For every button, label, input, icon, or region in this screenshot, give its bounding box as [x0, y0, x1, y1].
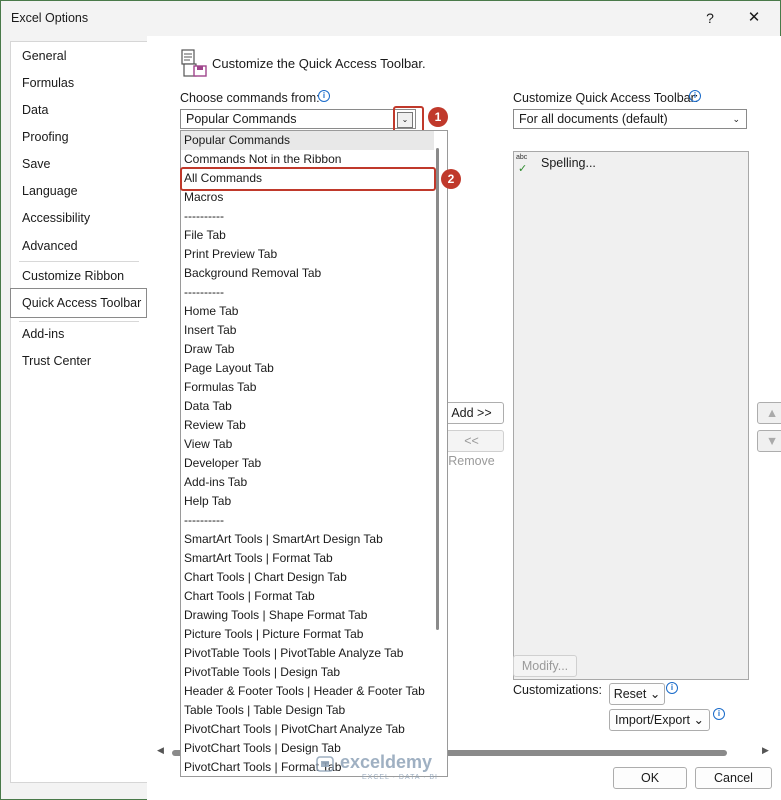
sidebar-item-save[interactable]: Save [11, 152, 147, 176]
customizations-label: Customizations: [513, 683, 602, 697]
section-heading: Customize the Quick Access Toolbar. [212, 56, 426, 71]
customize-toolbar-value: For all documents (default) [519, 112, 668, 126]
sidebar-item-general[interactable]: General [11, 44, 147, 68]
customize-toolbar-label: Customize Quick Access Toolbar: [513, 91, 699, 105]
toolbar-icon [181, 49, 207, 77]
dropdown-option[interactable]: Drawing Tools | Shape Format Tab [181, 606, 434, 625]
options-sidebar: General Formulas Data Proofing Save Lang… [10, 41, 148, 783]
info-icon: i [713, 708, 725, 720]
sidebar-item-formulas[interactable]: Formulas [11, 71, 147, 95]
annotation-badge-2: 2 [441, 169, 461, 189]
dropdown-option[interactable]: SmartArt Tools | SmartArt Design Tab [181, 530, 434, 549]
sidebar-item-accessibility[interactable]: Accessibility [11, 206, 147, 230]
dropdown-option[interactable]: Add-ins Tab [181, 473, 434, 492]
move-down-button[interactable]: ▼ [757, 430, 781, 452]
dropdown-option[interactable]: Chart Tools | Format Tab [181, 587, 434, 606]
dropdown-option[interactable]: Picture Tools | Picture Format Tab [181, 625, 434, 644]
dropdown-option[interactable]: Print Preview Tab [181, 245, 434, 264]
commands-dropdown-list[interactable]: Popular Commands Commands Not in the Ribb… [180, 130, 448, 777]
sidebar-item-language[interactable]: Language [11, 179, 147, 203]
dropdown-option[interactable]: Review Tab [181, 416, 434, 435]
help-button[interactable]: ? [700, 6, 720, 30]
move-up-button[interactable]: ▲ [757, 402, 781, 424]
chevron-down-icon: ⌄ [649, 687, 661, 701]
dropdown-option[interactable]: Background Removal Tab [181, 264, 434, 283]
info-icon: i [318, 90, 330, 102]
dropdown-option[interactable]: Page Layout Tab [181, 359, 434, 378]
watermark-tagline: EXCEL · DATA · BI [362, 774, 438, 781]
close-button[interactable]: ✕ [742, 6, 766, 30]
dropdown-option[interactable]: Header & Footer Tools | Header & Footer … [181, 682, 434, 701]
sidebar-item-customize-ribbon[interactable]: Customize Ribbon [11, 264, 147, 288]
ok-button[interactable]: OK [613, 767, 687, 789]
dropdown-option[interactable]: Formulas Tab [181, 378, 434, 397]
window-title: Excel Options [11, 11, 89, 25]
choose-commands-select[interactable]: Popular Commands ⌄ [180, 109, 416, 129]
toolbar-commands-list[interactable] [513, 151, 749, 680]
dropdown-separator: ---------- [184, 513, 224, 527]
dropdown-option[interactable]: File Tab [181, 226, 434, 245]
dropdown-option[interactable]: PivotTable Tools | Design Tab [181, 663, 434, 682]
scroll-right-icon[interactable]: ▶ [762, 745, 769, 756]
dropdown-option[interactable]: SmartArt Tools | Format Tab [181, 549, 434, 568]
sidebar-item-quick-access-toolbar[interactable]: Quick Access Toolbar [10, 288, 147, 318]
dropdown-option[interactable]: Help Tab [181, 492, 434, 511]
sidebar-item-data[interactable]: Data [11, 98, 147, 122]
customize-toolbar-select[interactable]: For all documents (default) ⌄ [513, 109, 747, 129]
chevron-down-icon: ⌄ [693, 713, 704, 727]
dropdown-separator: ---------- [184, 209, 224, 223]
dropdown-option[interactable]: Home Tab [181, 302, 434, 321]
dropdown-option[interactable]: Data Tab [181, 397, 434, 416]
annotation-highlight-dropdown [393, 106, 424, 133]
sidebar-divider [19, 261, 139, 262]
sidebar-item-advanced[interactable]: Advanced [11, 234, 147, 258]
sidebar-item-proofing[interactable]: Proofing [11, 125, 147, 149]
annotation-badge-1: 1 [428, 107, 448, 127]
info-icon: i [666, 682, 678, 694]
dropdown-option[interactable]: Draw Tab [181, 340, 434, 359]
dropdown-option[interactable]: Popular Commands [181, 131, 434, 150]
add-button[interactable]: Add >> [439, 402, 504, 424]
dropdown-option[interactable]: Insert Tab [181, 321, 434, 340]
dropdown-option[interactable]: Table Tools | Table Design Tab [181, 701, 434, 720]
dropdown-scrollbar[interactable] [436, 148, 439, 630]
chevron-down-icon: ⌄ [732, 114, 740, 124]
dropdown-option[interactable]: PivotTable Tools | PivotTable Analyze Ta… [181, 644, 434, 663]
sidebar-item-add-ins[interactable]: Add-ins [11, 322, 147, 346]
import-export-button[interactable]: Import/Export ⌄ [609, 709, 710, 731]
modify-button[interactable]: Modify... [513, 655, 577, 677]
dropdown-option[interactable]: Chart Tools | Chart Design Tab [181, 568, 434, 587]
remove-button[interactable]: << Remove [439, 430, 504, 468]
dropdown-option[interactable]: View Tab [181, 435, 434, 454]
watermark-name: exceldemy [340, 752, 433, 772]
info-icon: i [689, 90, 701, 102]
choose-commands-label: Choose commands from: [180, 91, 320, 105]
sidebar-item-trust-center[interactable]: Trust Center [11, 349, 147, 373]
choose-commands-value: Popular Commands [186, 112, 297, 126]
spelling-icon: abc ✓ [516, 154, 528, 175]
reset-button[interactable]: Reset ⌄ [609, 683, 665, 705]
list-item[interactable]: Spelling... [541, 156, 596, 170]
exceldemy-logo-icon [316, 756, 334, 772]
dropdown-option[interactable]: Developer Tab [181, 454, 434, 473]
dropdown-separator: ---------- [184, 285, 224, 299]
cancel-button[interactable]: Cancel [695, 767, 772, 789]
title-bar: Excel Options ? ✕ [0, 0, 781, 36]
dropdown-option[interactable]: PivotChart Tools | PivotChart Analyze Ta… [181, 720, 434, 739]
scroll-left-icon[interactable]: ◀ [157, 745, 164, 756]
annotation-highlight-all-commands [180, 167, 436, 191]
